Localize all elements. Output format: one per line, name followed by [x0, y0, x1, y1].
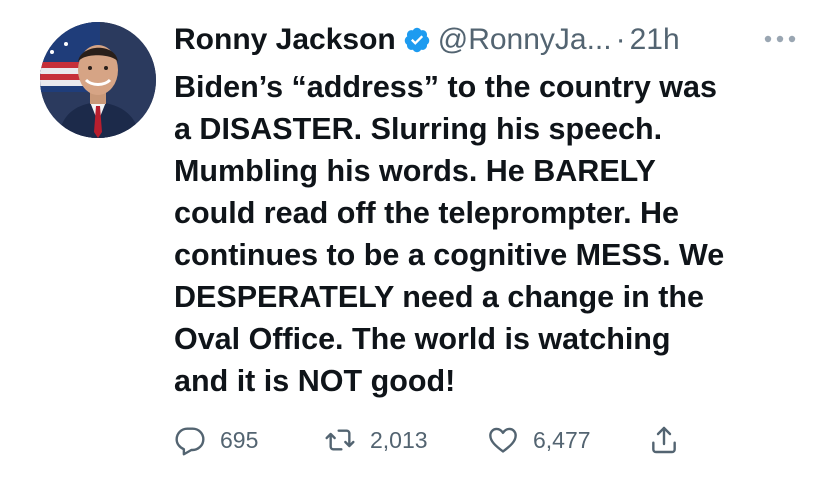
tweet-header: Ronny Jackson @RonnyJa... · 21h: [174, 18, 680, 62]
separator-dot: ·: [615, 23, 626, 56]
share-icon: [648, 424, 680, 456]
retweet-button[interactable]: 2,013: [324, 418, 428, 462]
retweet-count: 2,013: [370, 426, 428, 453]
author-name[interactable]: Ronny Jackson: [174, 25, 396, 55]
avatar[interactable]: [40, 22, 156, 138]
share-button[interactable]: [648, 418, 680, 462]
like-button[interactable]: 6,477: [487, 418, 591, 462]
tweet-timestamp[interactable]: 21h: [630, 25, 680, 55]
like-count: 6,477: [533, 426, 591, 453]
author-handle[interactable]: @RonnyJa...: [438, 25, 612, 55]
reply-icon: [174, 424, 206, 456]
reply-button[interactable]: 695: [174, 418, 258, 462]
retweet-icon: [324, 424, 356, 456]
verified-badge-icon: [403, 26, 431, 54]
heart-icon: [487, 424, 519, 456]
tweet-actions: 695 2,013 6,477: [174, 418, 734, 462]
reply-count: 695: [220, 426, 259, 453]
more-options-icon[interactable]: [760, 24, 800, 54]
tweet[interactable]: Ronny Jackson @RonnyJa... · 21h Biden’s …: [0, 0, 828, 485]
tweet-text: Biden’s “address” to the country was a D…: [174, 70, 725, 398]
